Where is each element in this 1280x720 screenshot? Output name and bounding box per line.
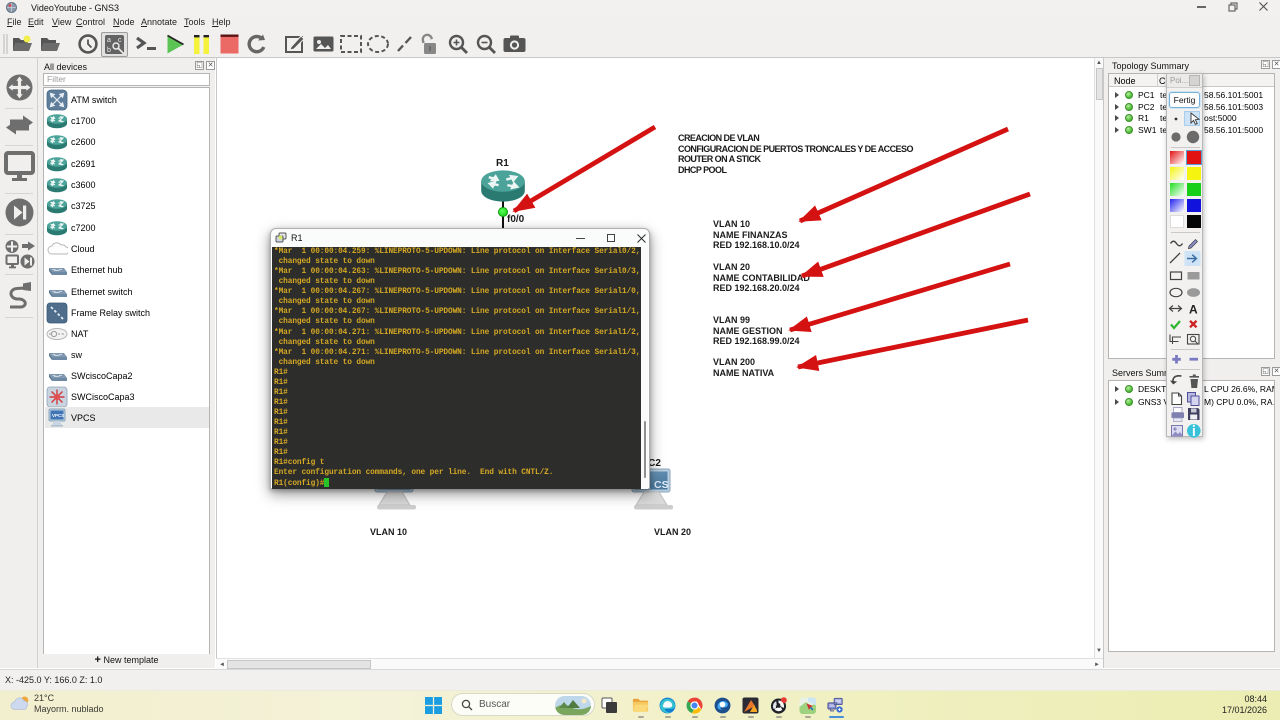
svg-text:A: A xyxy=(1189,303,1198,317)
svg-text:c: c xyxy=(118,37,122,44)
svg-text:b: b xyxy=(107,47,111,54)
svg-text:a: a xyxy=(107,37,111,44)
